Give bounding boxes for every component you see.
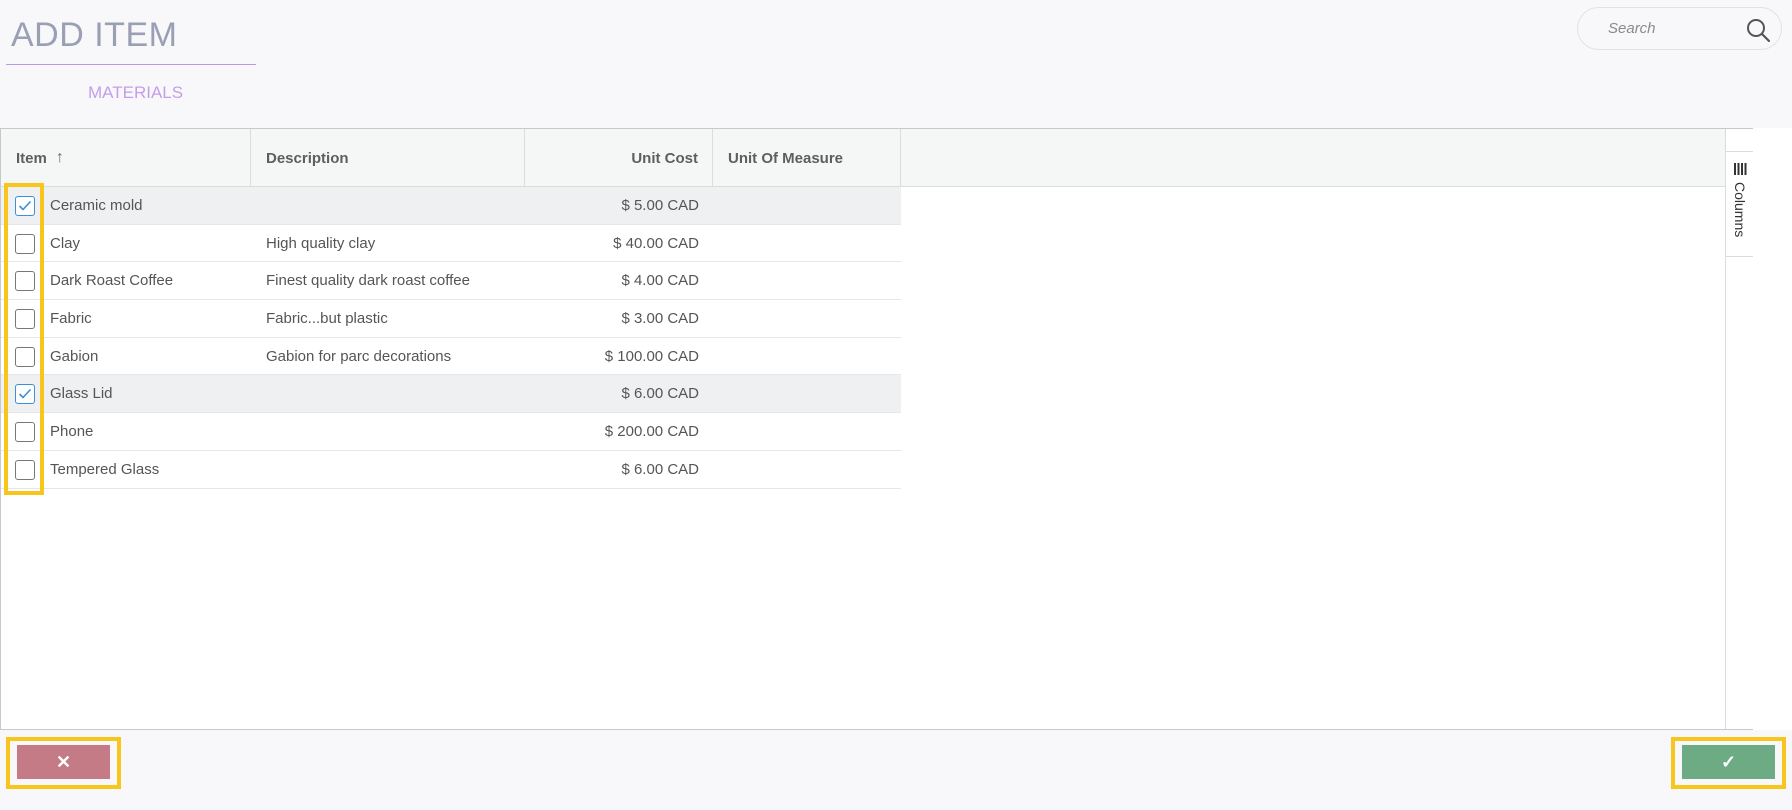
column-header-unit-cost[interactable]: Unit Cost [525, 129, 713, 187]
table-row[interactable]: Tempered Glass $ 6.00 CAD [1, 451, 901, 489]
cell-unit-cost: $ 3.00 CAD [621, 309, 699, 327]
cell-unit-cost: $ 200.00 CAD [604, 422, 699, 440]
search-box [1577, 7, 1782, 50]
column-header-unit-cost-label: Unit Cost [631, 149, 698, 167]
columns-tab[interactable]: Columns [1726, 151, 1754, 257]
column-header-description-label: Description [266, 149, 349, 167]
row-checkbox[interactable] [15, 271, 35, 292]
row-checkbox[interactable] [15, 233, 35, 254]
column-header-item[interactable]: Item ↑ [1, 129, 251, 187]
table-row[interactable]: Ceramic mold $ 5.00 CAD [1, 187, 901, 225]
columns-icon [1734, 163, 1747, 175]
cell-description [266, 451, 524, 488]
cell-description: Fabric...but plastic [266, 309, 388, 327]
row-checkbox[interactable] [15, 459, 35, 480]
cell-unit-of-measure [728, 413, 898, 450]
row-checkbox[interactable] [15, 196, 35, 216]
table-row[interactable]: Clay High quality clay $ 40.00 CAD [1, 225, 901, 263]
column-header-unit-of-measure-label: Unit Of Measure [728, 149, 844, 167]
row-checkbox[interactable] [15, 422, 35, 443]
cell-description [266, 413, 524, 450]
cell-unit-of-measure [728, 225, 898, 262]
cell-item: Clay [50, 234, 81, 252]
cell-unit-cost: $ 4.00 CAD [621, 272, 699, 290]
cell-description [266, 375, 524, 412]
cell-unit-of-measure [728, 262, 898, 299]
materials-grid: Item ↑ Description Unit Cost Unit Of Mea… [0, 128, 1754, 730]
checkmark-icon: ✓ [1720, 751, 1737, 772]
cell-unit-of-measure [728, 300, 898, 337]
cell-item: Fabric [50, 309, 92, 327]
columns-side-panel: Columns [1725, 129, 1754, 729]
check-icon [18, 389, 32, 400]
tab-materials[interactable]: MATERIALS [88, 83, 183, 103]
cell-description [266, 187, 524, 224]
check-icon [18, 200, 32, 211]
confirm-button[interactable]: ✓ [1682, 745, 1775, 779]
add-item-page: ADD ITEM MATERIALS Item ↑ Description Un… [0, 0, 1792, 810]
table-row[interactable]: Dark Roast Coffee Finest quality dark roa… [1, 262, 901, 301]
search-icon[interactable] [1745, 17, 1771, 43]
page-title: ADD ITEM [11, 16, 178, 54]
cell-unit-of-measure [728, 375, 898, 412]
sort-ascending-icon: ↑ [55, 149, 64, 166]
grid-rows: Ceramic mold $ 5.00 CAD Clay High quality c… [1, 187, 901, 489]
column-header-description[interactable]: Description [251, 129, 525, 187]
cell-unit-of-measure [728, 451, 898, 488]
row-checkbox[interactable] [15, 309, 35, 330]
title-underline [6, 64, 256, 65]
row-checkbox[interactable] [15, 384, 35, 405]
cell-unit-of-measure [728, 338, 898, 375]
cell-item: Dark Roast Coffee [50, 272, 174, 290]
table-row[interactable]: Fabric Fabric...but plastic $ 3.00 CAD [1, 300, 901, 338]
cell-unit-cost: $ 5.00 CAD [621, 196, 699, 214]
cell-item: Glass Lid [50, 385, 113, 403]
cell-item: Gabion [50, 347, 99, 365]
cell-description: Finest quality dark roast coffee [266, 272, 470, 290]
columns-tab-label: Columns [1732, 182, 1748, 238]
grid-right-strip [1753, 128, 1792, 730]
cell-description: High quality clay [266, 234, 376, 252]
column-header-unit-of-measure[interactable]: Unit Of Measure [713, 129, 901, 187]
cell-item: Phone [50, 422, 94, 440]
cell-item: Ceramic mold [50, 196, 143, 214]
table-row[interactable]: Glass Lid $ 6.00 CAD [1, 375, 901, 414]
row-checkbox[interactable] [15, 346, 35, 367]
grid-header: Item ↑ Description Unit Cost Unit Of Mea… [1, 129, 1725, 187]
cell-item: Tempered Glass [50, 460, 160, 478]
search-input[interactable] [1608, 20, 1738, 37]
cell-unit-cost: $ 100.00 CAD [604, 347, 699, 365]
close-icon: ✕ [55, 751, 72, 772]
cell-unit-cost: $ 40.00 CAD [613, 234, 699, 252]
cancel-button[interactable]: ✕ [17, 745, 110, 779]
column-header-item-label: Item [16, 149, 47, 167]
cell-unit-cost: $ 6.00 CAD [621, 460, 699, 478]
cell-unit-cost: $ 6.00 CAD [621, 385, 699, 403]
cell-unit-of-measure [728, 187, 898, 224]
table-row[interactable]: Gabion Gabion for parc decorations $ 100.0… [1, 338, 901, 376]
table-row[interactable]: Phone $ 200.00 CAD [1, 413, 901, 451]
cell-description: Gabion for parc decorations [266, 347, 452, 365]
